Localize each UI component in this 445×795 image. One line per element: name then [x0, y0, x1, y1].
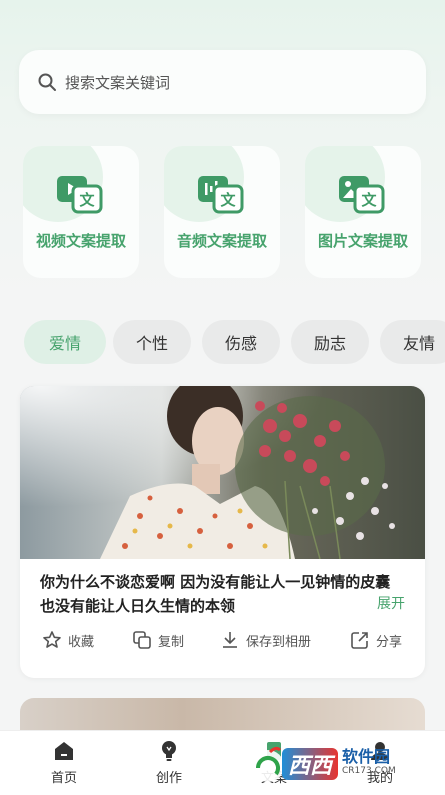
watermark-brand: 西西: [282, 748, 339, 780]
download-icon: [223, 632, 237, 648]
tab-home-label: 首页: [50, 771, 77, 786]
copy-label: 复制: [158, 634, 185, 650]
share-label: 分享: [376, 634, 403, 650]
search-bar[interactable]: 搜索文案关键词: [19, 50, 426, 114]
watermark-domain: CR173.COM: [342, 766, 396, 776]
search-icon: [38, 73, 56, 91]
watermark-site: 软件园: [342, 747, 391, 766]
audio-to-text-icon: 文: [198, 176, 244, 214]
image-extract-label: 图片文案提取: [317, 232, 408, 250]
audio-extract-card[interactable]: 文 音频文案提取: [164, 146, 280, 278]
card-image: [20, 386, 425, 559]
video-extract-label: 视频文案提取: [35, 232, 126, 250]
tab-love[interactable]: 爱情: [24, 320, 106, 364]
tab-home[interactable]: 首页: [34, 739, 94, 786]
favorite-label: 收藏: [68, 634, 95, 650]
tab-create-label: 创作: [155, 771, 182, 786]
tool-icon-char: 文: [361, 191, 377, 209]
home-icon: [55, 742, 73, 760]
tool-icon-char: 文: [220, 191, 236, 209]
image-extract-card[interactable]: 文 图片文案提取: [305, 146, 421, 278]
tab-friendship[interactable]: 友情: [380, 320, 445, 364]
tab-sad[interactable]: 伤感: [202, 320, 280, 364]
card-actions: 收藏 复制 保存到相册 分享: [20, 630, 425, 660]
tab-personality[interactable]: 个性: [113, 320, 191, 364]
video-to-text-icon: 文: [57, 176, 103, 214]
video-extract-card[interactable]: 文 视频文案提取: [23, 146, 139, 278]
expand-link[interactable]: 展开: [377, 593, 405, 613]
share-button[interactable]: 分享: [350, 630, 402, 650]
tab-create[interactable]: 创作: [139, 739, 199, 786]
share-icon: [351, 632, 368, 649]
copywriting-card: 你为什么不谈恋爱啊 因为没有能让人一见钟情的皮囊 也没有能让人日久生情的本领 展…: [20, 386, 425, 678]
tool-icon-char: 文: [79, 191, 95, 209]
lightbulb-icon: [162, 741, 176, 761]
copy-button[interactable]: 复制: [132, 630, 184, 650]
audio-extract-label: 音频文案提取: [176, 232, 267, 250]
favorite-button[interactable]: 收藏: [42, 630, 94, 650]
category-tabs: 爱情 个性 伤感 励志 友情: [24, 320, 445, 364]
tab-motivational[interactable]: 励志: [291, 320, 369, 364]
watermark: 西西 软件园 CR173.COM: [248, 742, 428, 786]
card-text: 你为什么不谈恋爱啊 因为没有能让人一见钟情的皮囊 也没有能让人日久生情的本领: [40, 573, 391, 615]
save-to-album-button[interactable]: 保存到相册: [220, 630, 311, 650]
search-placeholder: 搜索文案关键词: [65, 73, 171, 92]
copy-icon: [133, 631, 151, 649]
save-to-album-label: 保存到相册: [246, 634, 312, 650]
image-to-text-icon: 文: [339, 176, 385, 214]
star-icon: [43, 631, 61, 648]
